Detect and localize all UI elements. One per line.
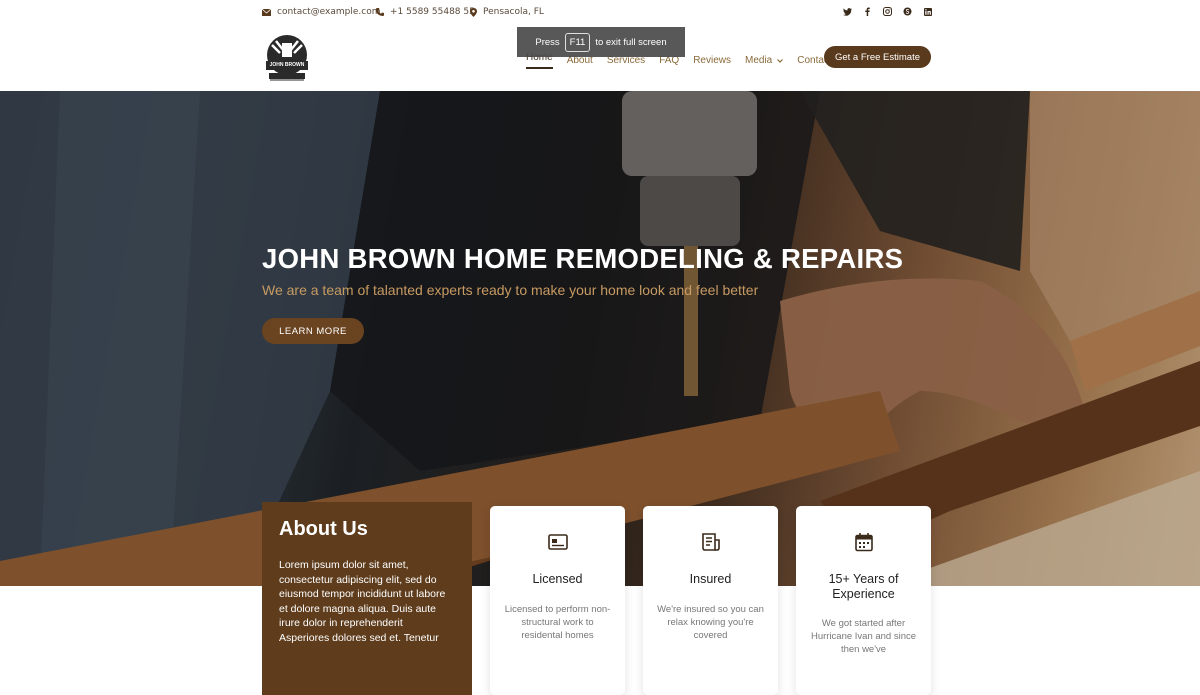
logo-text: JOHN BROWN [269, 62, 305, 68]
feature-card-experience: 15+ Years of Experience We got started a… [796, 506, 931, 695]
site-logo[interactable]: JOHN BROWN [262, 33, 312, 83]
envelope-icon [262, 8, 271, 16]
feature-title: Licensed [532, 572, 583, 586]
feature-title: 15+ Years of Experience [828, 572, 899, 601]
contact-email[interactable]: contact@example.com [262, 7, 381, 17]
hero-title: JOHN BROWN HOME REMODELING & REPAIRS [262, 243, 904, 274]
feature-card-insured: Insured We're insured so you can relax k… [643, 506, 778, 695]
hero-subtitle: We are a team of talanted experts ready … [262, 282, 759, 298]
skype-icon[interactable] [903, 7, 912, 16]
nav-item-reviews[interactable]: Reviews [693, 52, 731, 69]
feature-text: We're insured so you can relax knowing y… [657, 603, 764, 641]
toast-suffix: to exit full screen [595, 36, 667, 48]
facebook-icon[interactable] [863, 7, 872, 16]
about-box: About Us Lorem ipsum dolor sit amet, con… [262, 502, 472, 695]
free-estimate-button[interactable]: Get a Free Estimate [824, 46, 931, 68]
phone-text: +1 5589 55488 55 [390, 7, 475, 17]
location-text: Pensacola, FL [483, 7, 544, 17]
nav-item-label: Media [745, 55, 773, 66]
calendar-icon [854, 532, 874, 552]
fullscreen-toast: Press F11 to exit full screen [517, 27, 685, 57]
social-links [843, 7, 932, 16]
feature-text: Licensed to perform non-structural work … [504, 603, 611, 641]
nav-item-media[interactable]: Media [745, 52, 784, 69]
linkedin-icon[interactable] [923, 7, 932, 16]
toast-key: F11 [564, 32, 591, 52]
license-card-icon [547, 532, 568, 552]
contact-location: Pensacola, FL [470, 7, 544, 17]
top-bar: contact@example.com +1 5589 55488 55 Pen… [0, 0, 1200, 26]
map-pin-icon [470, 7, 477, 17]
feature-text: We got started after Hurricane Ivan and … [810, 618, 917, 655]
about-text: Lorem ipsum dolor sit amet, consectetur … [279, 559, 446, 644]
chevron-down-icon [777, 58, 784, 63]
feature-title: Insured [689, 572, 732, 586]
phone-icon [376, 8, 384, 16]
twitter-icon[interactable] [843, 7, 852, 16]
contact-phone[interactable]: +1 5589 55488 55 [376, 7, 475, 17]
insured-document-icon [701, 532, 721, 552]
about-title: About Us [279, 518, 368, 540]
toast-prefix: Press [535, 36, 560, 48]
nav-item-label: Reviews [693, 55, 731, 66]
instagram-icon[interactable] [883, 7, 892, 16]
feature-card-licensed: Licensed Licensed to perform non-structu… [490, 506, 625, 695]
email-text: contact@example.com [277, 7, 381, 17]
learn-more-button[interactable]: LEARN MORE [262, 318, 364, 344]
